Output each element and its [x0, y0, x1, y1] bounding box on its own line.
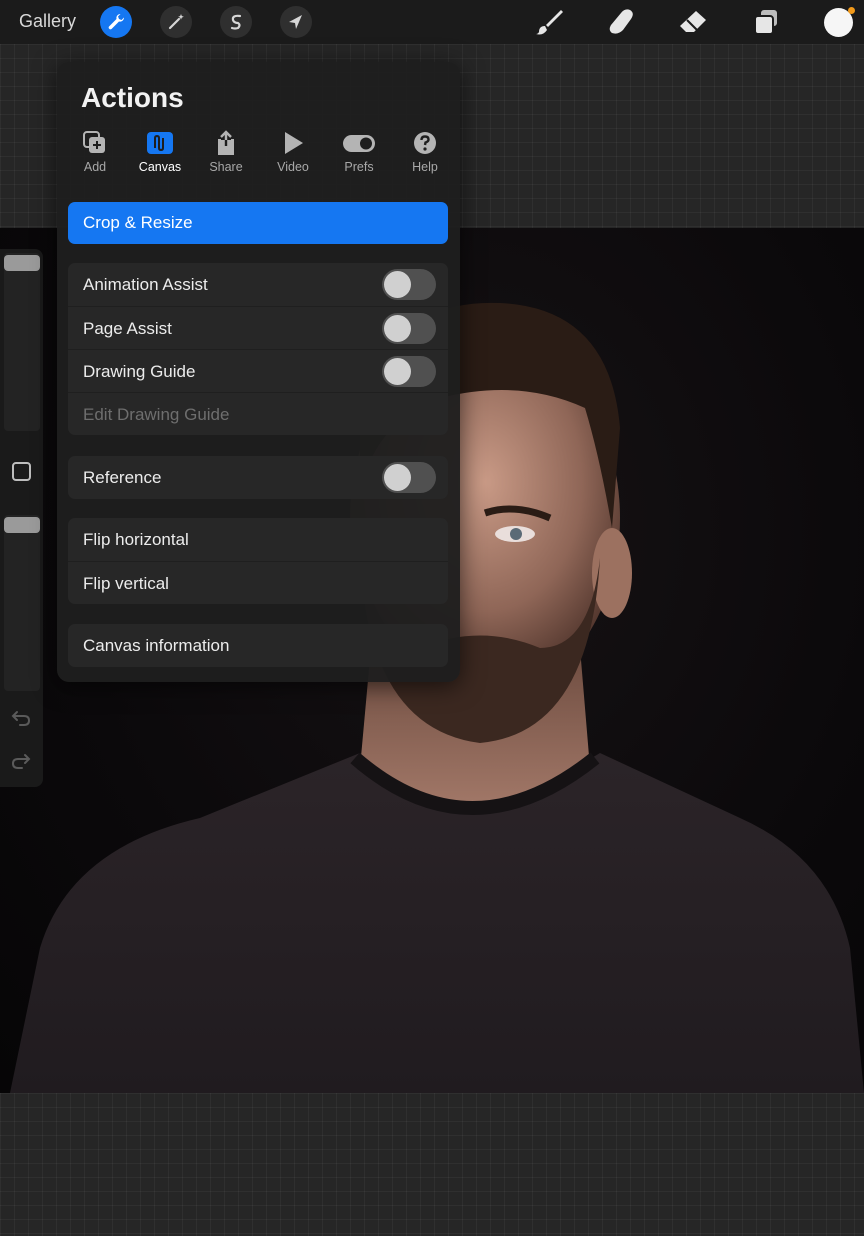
tab-add[interactable]: Add	[65, 130, 125, 174]
canvas-information-row[interactable]: Canvas information	[68, 624, 448, 667]
eraser-icon[interactable]	[678, 8, 708, 36]
gallery-button[interactable]: Gallery	[19, 11, 76, 32]
brush-icon[interactable]	[534, 8, 564, 36]
selection-s-icon	[230, 14, 242, 30]
opacity-slider-thumb[interactable]	[4, 517, 40, 533]
layers-icon[interactable]	[751, 8, 781, 36]
actions-button[interactable]	[100, 6, 132, 38]
share-icon	[218, 130, 234, 155]
tab-help-label: Help	[412, 160, 438, 174]
drawing-guide-label: Drawing Guide	[83, 362, 196, 381]
tab-share-label: Share	[209, 160, 243, 174]
flip-horizontal-row[interactable]: Flip horizontal	[68, 518, 448, 561]
adjustments-button[interactable]	[160, 6, 192, 38]
page-assist-row[interactable]: Page Assist	[68, 306, 448, 349]
actions-panel-title: Actions	[81, 82, 184, 113]
top-toolbar: Gallery	[0, 0, 864, 44]
arrow-cursor-icon	[289, 15, 302, 29]
tab-canvas-label: Canvas	[138, 160, 182, 174]
modify-button[interactable]	[12, 462, 31, 481]
tab-video-label: Video	[277, 160, 309, 174]
animation-assist-label: Animation Assist	[83, 275, 208, 294]
brush-size-slider-thumb[interactable]	[4, 255, 40, 271]
edit-drawing-guide-row: Edit Drawing Guide	[68, 392, 448, 435]
crop-resize-button[interactable]: Crop & Resize	[68, 202, 448, 244]
reference-group: Reference	[68, 456, 448, 499]
opacity-slider[interactable]	[4, 515, 40, 691]
reference-toggle[interactable]	[382, 462, 436, 493]
add-file-icon	[83, 131, 105, 153]
edit-drawing-guide-label: Edit Drawing Guide	[83, 405, 230, 424]
magic-wand-icon	[168, 14, 184, 30]
play-icon	[285, 132, 303, 154]
flip-vertical-label: Flip vertical	[83, 574, 169, 593]
tab-help[interactable]: Help	[395, 130, 455, 174]
drawing-guide-toggle[interactable]	[382, 356, 436, 387]
tab-video[interactable]: Video	[263, 130, 323, 174]
animation-assist-row[interactable]: Animation Assist	[68, 263, 448, 306]
flip-horizontal-label: Flip horizontal	[83, 530, 189, 549]
wrench-icon	[108, 13, 125, 30]
undo-icon[interactable]	[10, 709, 32, 727]
animation-assist-toggle[interactable]	[382, 269, 436, 300]
question-icon	[414, 132, 436, 154]
reference-label: Reference	[83, 468, 162, 487]
toggle-icon	[343, 135, 375, 152]
canvas-grid-background-bottom	[0, 1093, 864, 1236]
flip-vertical-row[interactable]: Flip vertical	[68, 561, 448, 604]
canvas-information-label: Canvas information	[83, 636, 230, 655]
tab-prefs[interactable]: Prefs	[329, 130, 389, 174]
redo-icon[interactable]	[10, 752, 32, 770]
assist-group: Animation Assist Page Assist Drawing Gui…	[68, 263, 448, 435]
page-assist-toggle[interactable]	[382, 313, 436, 344]
tab-prefs-label: Prefs	[344, 160, 374, 174]
left-sidebar	[0, 249, 43, 787]
canvas-info-group: Canvas information	[68, 624, 448, 667]
flip-group: Flip horizontal Flip vertical	[68, 518, 448, 604]
tab-share[interactable]: Share	[196, 130, 256, 174]
selection-button[interactable]	[220, 6, 252, 38]
procreate-app: Gallery Actions Add Canvas Share Video P…	[0, 0, 864, 1236]
page-assist-label: Page Assist	[83, 319, 172, 338]
brush-size-slider[interactable]	[4, 253, 40, 431]
tab-canvas[interactable]: Canvas	[130, 130, 190, 174]
color-notification-dot	[848, 7, 855, 14]
tab-add-label: Add	[83, 160, 107, 174]
reference-row[interactable]: Reference	[68, 456, 448, 499]
transform-button[interactable]	[280, 6, 312, 38]
actions-panel: Actions Add Canvas Share Video Prefs Hel…	[57, 62, 460, 682]
smudge-finger-icon[interactable]	[606, 8, 636, 36]
drawing-guide-row[interactable]: Drawing Guide	[68, 349, 448, 392]
canvas-wave-icon	[147, 132, 173, 154]
